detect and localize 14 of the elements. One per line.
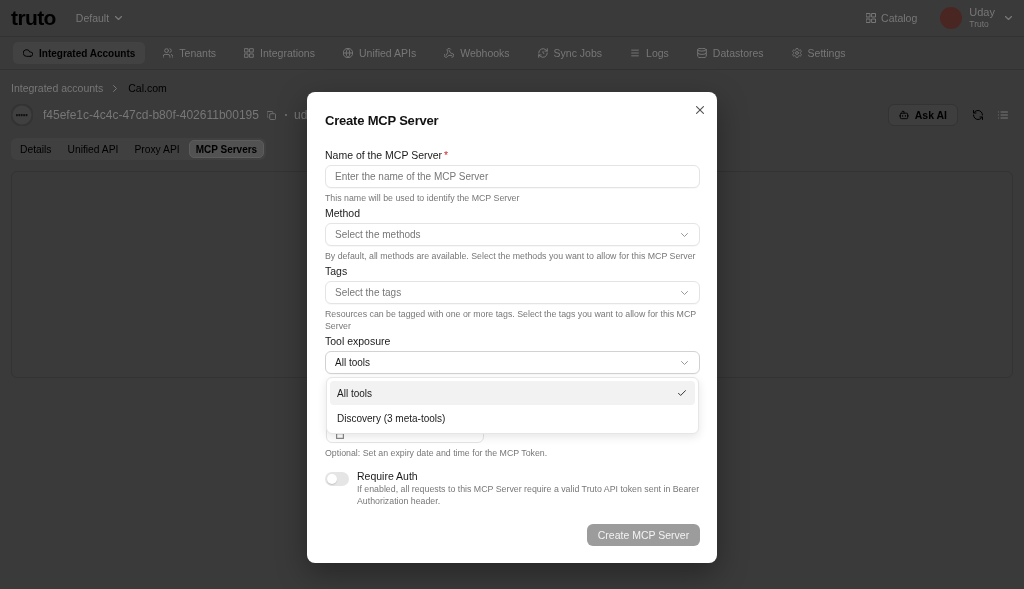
- user-name: Uday: [969, 6, 995, 19]
- field-hint: Resources can be tagged with one or more tags. Select the tags you want to allow for this MCP Server: [325, 308, 697, 332]
- switch-description: If enabled, all requests to this MCP Server require a valid Truto API token sent in Bearer Authorization header.: [357, 483, 700, 507]
- field-hint: This name will be used to identify the MCP Server: [325, 192, 521, 204]
- switch-label: Require Auth: [357, 469, 419, 483]
- field-hint: By default, all methods are available. Select the methods you want to allow for this MCP Server: [325, 250, 697, 262]
- field-label: Name of the MCP Server *: [325, 148, 450, 162]
- field-label: Tool exposure: [325, 334, 392, 348]
- field-hint: Optional: Set an expiry date and time for the MCP Token.: [325, 447, 549, 459]
- field-label: Method: [325, 206, 362, 220]
- account-id: f45efe1c-4c4c-47cd-b80f-402611b00195: [43, 108, 259, 122]
- field-label: Tags: [325, 264, 349, 278]
- dialog-title: Create MCP Server: [325, 112, 440, 130]
- breadcrumb-current: Cal.com: [128, 82, 167, 94]
